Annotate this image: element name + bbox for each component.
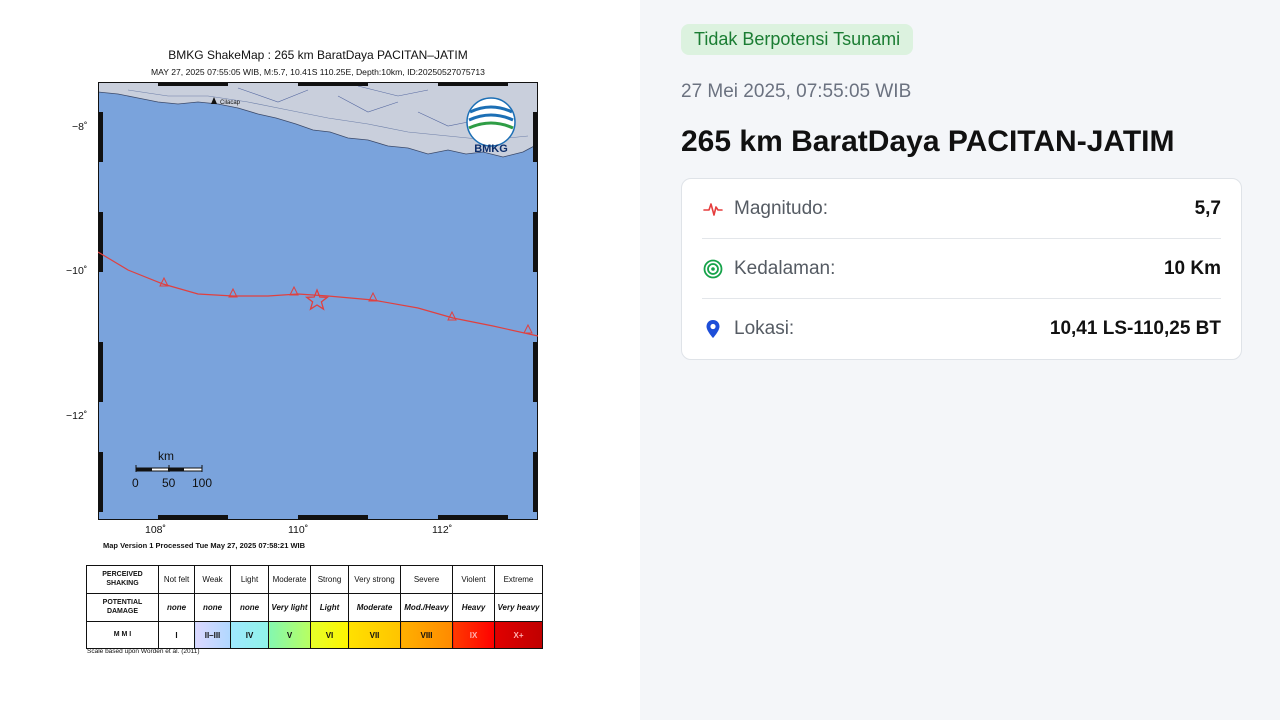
legend-shaking-cell: Light bbox=[230, 565, 269, 594]
target-icon bbox=[702, 258, 724, 280]
detail-row-location: Lokasi: 10,41 LS-110,25 BT bbox=[702, 299, 1221, 359]
legend-mmi-cell: IX bbox=[452, 621, 495, 649]
location-value: 10,41 LS-110,25 BT bbox=[1049, 318, 1221, 339]
location-label: Lokasi: bbox=[734, 318, 795, 339]
detail-row-depth: Kedalaman: 10 Km bbox=[702, 239, 1221, 299]
shakemap-panel: BMKG ShakeMap : 265 km BaratDaya PACITAN… bbox=[0, 0, 640, 720]
legend-mmi-cell: VII bbox=[348, 621, 401, 649]
scale-tick-100: 100 bbox=[192, 476, 213, 490]
legend-mmi-cell: II–III bbox=[194, 621, 231, 649]
lat-label-8: −8˚ bbox=[72, 121, 88, 133]
magnitude-value: 5,7 bbox=[1194, 197, 1221, 219]
pulse-icon bbox=[702, 198, 724, 220]
bmkg-logo: BMKG bbox=[466, 97, 516, 155]
map-pin-icon bbox=[702, 318, 724, 340]
event-details-card: Magnitudo: 5,7 Kedalaman: 10 Km Lokasi: … bbox=[681, 178, 1242, 360]
lat-label-12: −12˚ bbox=[66, 410, 88, 422]
legend-mmi-cell: IV bbox=[230, 621, 269, 649]
legend-damage-cell: Light bbox=[310, 593, 349, 622]
legend-shaking-cell: Severe bbox=[400, 565, 453, 594]
legend-header-mmi: M M I bbox=[86, 621, 159, 649]
legend-damage-cell: Very light bbox=[268, 593, 311, 622]
legend-damage-cell: Very heavy bbox=[494, 593, 543, 622]
city-label: Cilacap bbox=[220, 100, 241, 106]
scale-unit: km bbox=[158, 449, 174, 463]
depth-label: Kedalaman: bbox=[734, 257, 836, 279]
mmi-legend-table: PERCEIVED SHAKING Not felt Weak Light Mo… bbox=[86, 565, 543, 649]
legend-damage-cell: Heavy bbox=[452, 593, 495, 622]
legend-shaking-cell: Strong bbox=[310, 565, 349, 594]
shakemap-subtitle: MAY 27, 2025 07:55:05 WIB, M:5.7, 10.41S… bbox=[151, 67, 485, 77]
tsunami-status-badge: Tidak Berpotensi Tsunami bbox=[681, 24, 914, 55]
depth-value: 10 Km bbox=[1163, 257, 1221, 279]
event-location-title: 265 km BaratDaya PACITAN-JATIM bbox=[681, 125, 1175, 158]
detail-row-magnitude: Magnitudo: 5,7 bbox=[702, 179, 1221, 239]
event-info-panel: Tidak Berpotensi Tsunami 27 Mei 2025, 07… bbox=[640, 0, 1280, 720]
lat-label-10: −10˚ bbox=[66, 265, 88, 277]
page: BMKG ShakeMap : 265 km BaratDaya PACITAN… bbox=[0, 0, 1280, 720]
lon-label-110: 110˚ bbox=[288, 524, 309, 536]
magnitude-label: Magnitudo: bbox=[734, 197, 829, 219]
legend-damage-cell: none bbox=[194, 593, 231, 622]
legend-mmi-cell: X+ bbox=[494, 621, 543, 649]
shakemap-title: BMKG ShakeMap : 265 km BaratDaya PACITAN… bbox=[168, 48, 468, 62]
lon-label-108: 108˚ bbox=[145, 524, 167, 536]
legend-damage-cell: Mod./Heavy bbox=[400, 593, 453, 622]
legend-header-damage: POTENTIAL DAMAGE bbox=[86, 593, 159, 622]
processed-note: Map Version 1 Processed Tue May 27, 2025… bbox=[103, 541, 306, 550]
scale-note: Scale based upon Worden et al. (2011) bbox=[87, 648, 200, 655]
legend-mmi-cell: I bbox=[158, 621, 195, 649]
legend-mmi-cell: V bbox=[268, 621, 311, 649]
legend-row-shaking: PERCEIVED SHAKING Not felt Weak Light Mo… bbox=[86, 565, 543, 594]
legend-row-mmi: M M I I II–III IV V VI VII VIII IX X+ bbox=[86, 621, 543, 649]
legend-header-shaking: PERCEIVED SHAKING bbox=[86, 565, 159, 594]
legend-shaking-cell: Very strong bbox=[348, 565, 401, 594]
scale-tick-0: 0 bbox=[132, 476, 139, 490]
legend-damage-cell: none bbox=[230, 593, 269, 622]
legend-damage-cell: none bbox=[158, 593, 195, 622]
legend-damage-cell: Moderate bbox=[348, 593, 401, 622]
legend-row-damage: POTENTIAL DAMAGE none none none Very lig… bbox=[86, 593, 543, 622]
legend-shaking-cell: Not felt bbox=[158, 565, 195, 594]
legend-shaking-cell: Weak bbox=[194, 565, 231, 594]
bmkg-logo-text: BMKG bbox=[474, 143, 508, 155]
legend-shaking-cell: Violent bbox=[452, 565, 495, 594]
legend-mmi-cell: VIII bbox=[400, 621, 453, 649]
legend-shaking-cell: Moderate bbox=[268, 565, 311, 594]
legend-mmi-cell: VI bbox=[310, 621, 349, 649]
event-datetime: 27 Mei 2025, 07:55:05 WIB bbox=[681, 81, 912, 102]
scale-tick-50: 50 bbox=[162, 476, 176, 490]
lon-label-112: 112˚ bbox=[432, 524, 453, 536]
legend-shaking-cell: Extreme bbox=[494, 565, 543, 594]
